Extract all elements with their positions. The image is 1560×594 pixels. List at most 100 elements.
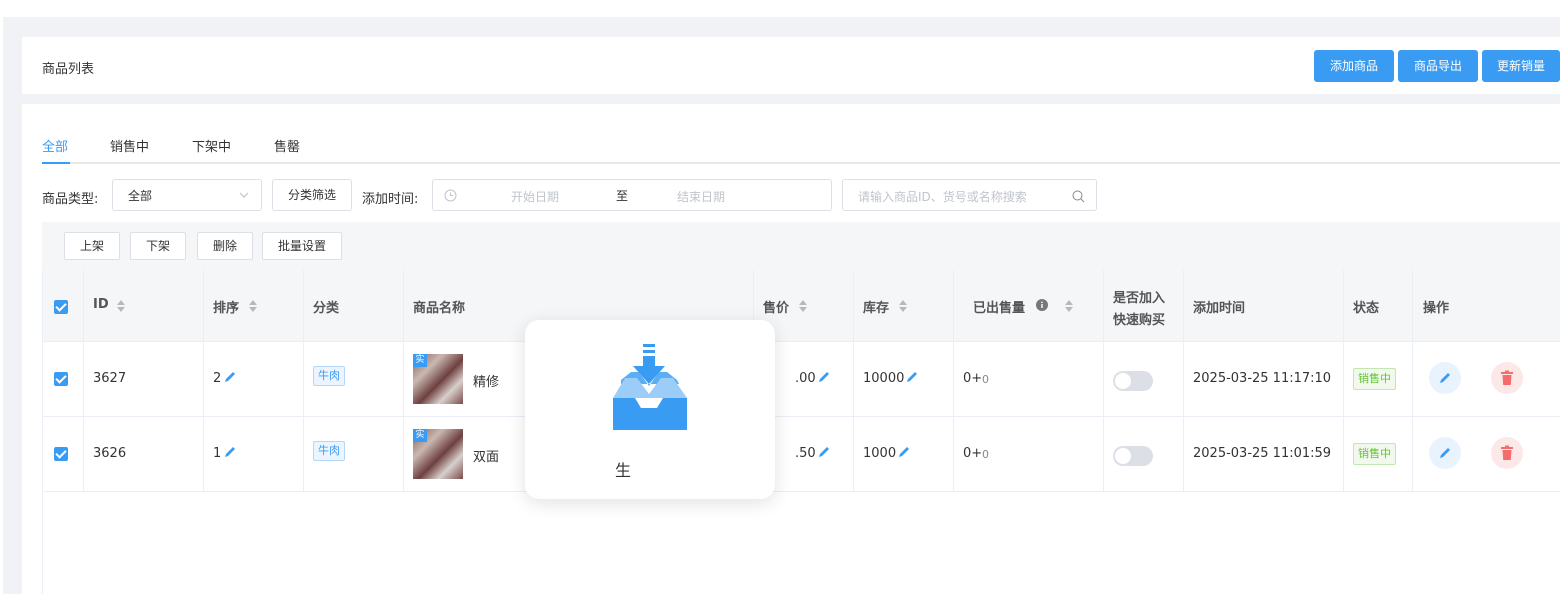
sort-icon[interactable] <box>1065 300 1073 312</box>
thumb-badge: 实 <box>413 429 427 442</box>
category-tag: 牛肉 <box>313 366 345 386</box>
product-type-select[interactable]: 全部 <box>112 179 262 211</box>
delete-button[interactable]: 删除 <box>197 232 253 260</box>
header-status: 状态 <box>1353 301 1380 316</box>
category-filter-button[interactable]: 分类筛选 <box>272 179 352 211</box>
column-divider <box>1412 270 1413 492</box>
column-divider <box>1343 270 1344 492</box>
header-actions: 操作 <box>1423 301 1450 316</box>
edit-stock-pencil-icon[interactable] <box>897 445 911 459</box>
thumb-badge: 实 <box>413 354 427 367</box>
add-product-button[interactable]: 添加商品 <box>1314 50 1394 82</box>
category-tag: 牛肉 <box>313 441 345 461</box>
header-sort: 排序 <box>213 301 240 316</box>
end-date-placeholder[interactable]: 结束日期 <box>677 188 725 205</box>
trash-icon <box>1501 445 1513 460</box>
edit-button[interactable] <box>1429 437 1461 469</box>
column-divider <box>1103 270 1104 492</box>
add-time-label: 添加时间: <box>362 192 419 207</box>
row-sold: 0+ <box>963 446 983 461</box>
product-thumbnail[interactable]: 实 <box>413 354 463 404</box>
status-tabs: 全部 销售中 下架中 售罄 <box>42 134 1560 164</box>
quick-buy-toggle[interactable] <box>1113 446 1153 466</box>
row-time: 2025-03-25 11:01:59 <box>1193 446 1332 461</box>
quick-buy-toggle[interactable] <box>1113 371 1153 391</box>
sort-icon[interactable] <box>799 300 807 312</box>
column-divider <box>403 270 404 492</box>
row-time: 2025-03-25 11:17:10 <box>1193 371 1332 386</box>
header-quick-buy-line1: 是否加入 <box>1113 291 1166 306</box>
trash-icon <box>1501 370 1513 385</box>
row-name[interactable]: 双面 <box>473 446 499 465</box>
search-input[interactable]: 请输入商品ID、货号或名称搜索 <box>842 179 1097 211</box>
list-button[interactable]: 上架 <box>64 232 120 260</box>
delete-row-button[interactable] <box>1491 437 1523 469</box>
edit-sort-pencil-icon[interactable] <box>223 445 237 459</box>
update-sales-button[interactable]: 更新销量 <box>1482 50 1560 82</box>
edit-button[interactable] <box>1429 362 1461 394</box>
column-divider <box>953 270 954 492</box>
page-title: 商品列表 <box>42 62 95 77</box>
sort-icon[interactable] <box>899 300 907 312</box>
header-category: 分类 <box>313 301 340 316</box>
row-id: 3627 <box>93 371 127 386</box>
row-sold: 0+ <box>963 371 983 386</box>
row-checkbox[interactable] <box>54 447 68 461</box>
start-date-placeholder[interactable]: 开始日期 <box>511 188 559 205</box>
tab-sold-out[interactable]: 售罄 <box>274 136 300 155</box>
row-stock: 1000 <box>863 446 897 461</box>
toast-text: 生 <box>615 461 632 480</box>
header-stock: 库存 <box>863 301 890 316</box>
download-tray-icon <box>613 344 687 430</box>
row-checkbox[interactable] <box>54 372 68 386</box>
row-sort: 1 <box>213 446 222 461</box>
row-name[interactable]: 精修 <box>473 371 499 390</box>
product-thumbnail[interactable]: 实 <box>413 429 463 479</box>
column-divider <box>203 270 204 492</box>
table-row: 3627 2 牛肉 实 精修 .00 10000 0+ 0 2025-03-25… <box>43 342 1560 417</box>
range-separator: 至 <box>616 189 629 203</box>
edit-sort-pencil-icon[interactable] <box>223 370 237 384</box>
search-icon[interactable] <box>1072 190 1085 203</box>
edit-price-pencil-icon[interactable] <box>817 370 831 384</box>
delete-row-button[interactable] <box>1491 362 1523 394</box>
export-toast: 生 <box>525 320 775 499</box>
chevron-down-icon <box>239 192 249 198</box>
row-price: .00 <box>795 371 816 386</box>
info-icon[interactable] <box>1036 299 1048 311</box>
column-divider <box>1183 270 1184 492</box>
sort-icon[interactable] <box>249 300 257 312</box>
column-divider <box>83 270 84 492</box>
active-tab-indicator <box>42 162 70 164</box>
edit-stock-pencil-icon[interactable] <box>905 370 919 384</box>
row-sold-extra: 0 <box>982 448 989 461</box>
clock-icon <box>444 189 457 202</box>
product-type-label: 商品类型: <box>42 192 99 207</box>
search-placeholder: 请输入商品ID、货号或名称搜索 <box>858 190 1027 204</box>
edit-price-pencil-icon[interactable] <box>817 445 831 459</box>
tab-on-sale[interactable]: 销售中 <box>110 136 149 155</box>
date-range-picker[interactable]: 开始日期 至 结束日期 <box>432 179 832 211</box>
column-divider <box>303 270 304 492</box>
tab-off-shelf[interactable]: 下架中 <box>192 136 231 155</box>
header-time: 添加时间 <box>1193 301 1246 316</box>
product-table: ID 排序 分类 商品名称 售价 库存 已出售量 是否加入 快速购买 添加时间 … <box>42 270 1560 594</box>
row-id: 3626 <box>93 446 127 461</box>
status-badge: 销售中 <box>1353 368 1396 390</box>
row-sort: 2 <box>213 371 222 386</box>
export-products-button[interactable]: 商品导出 <box>1398 50 1478 82</box>
select-all-checkbox[interactable] <box>54 300 68 314</box>
header-sold: 已出售量 <box>973 301 1026 316</box>
row-sold-extra: 0 <box>982 373 989 386</box>
pencil-icon <box>1440 373 1450 383</box>
top-bar <box>0 0 1560 17</box>
batch-settings-button[interactable]: 批量设置 <box>262 232 342 260</box>
tab-all[interactable]: 全部 <box>42 136 68 155</box>
sort-icon[interactable] <box>117 300 125 312</box>
column-divider <box>853 270 854 492</box>
status-badge: 销售中 <box>1353 443 1396 465</box>
header-id: ID <box>93 297 109 312</box>
delist-button[interactable]: 下架 <box>130 232 186 260</box>
header-quick-buy-line2: 快速购买 <box>1113 313 1166 328</box>
product-type-value: 全部 <box>128 189 153 203</box>
